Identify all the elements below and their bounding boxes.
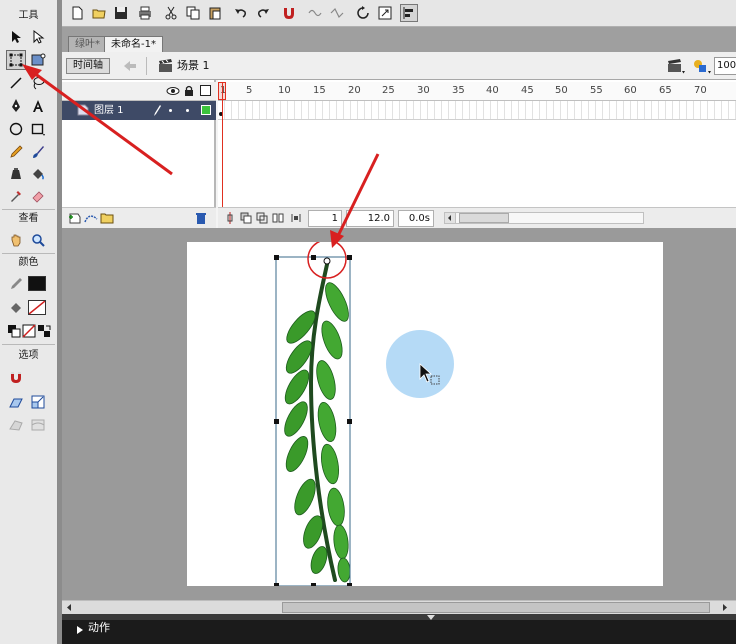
expand-triangle-icon[interactable] bbox=[76, 624, 84, 634]
annotation-arrows bbox=[22, 64, 380, 248]
stage-horizontal-scrollbar[interactable] bbox=[62, 600, 736, 614]
stage-scroll-thumb[interactable] bbox=[282, 602, 710, 613]
panel-divider[interactable] bbox=[62, 614, 736, 620]
actions-panel: 动作 bbox=[62, 614, 736, 644]
actions-panel-title[interactable]: 动作 bbox=[88, 621, 110, 635]
scroll-right-arrow-icon[interactable] bbox=[718, 602, 730, 613]
scroll-left-arrow-icon[interactable] bbox=[64, 602, 76, 613]
